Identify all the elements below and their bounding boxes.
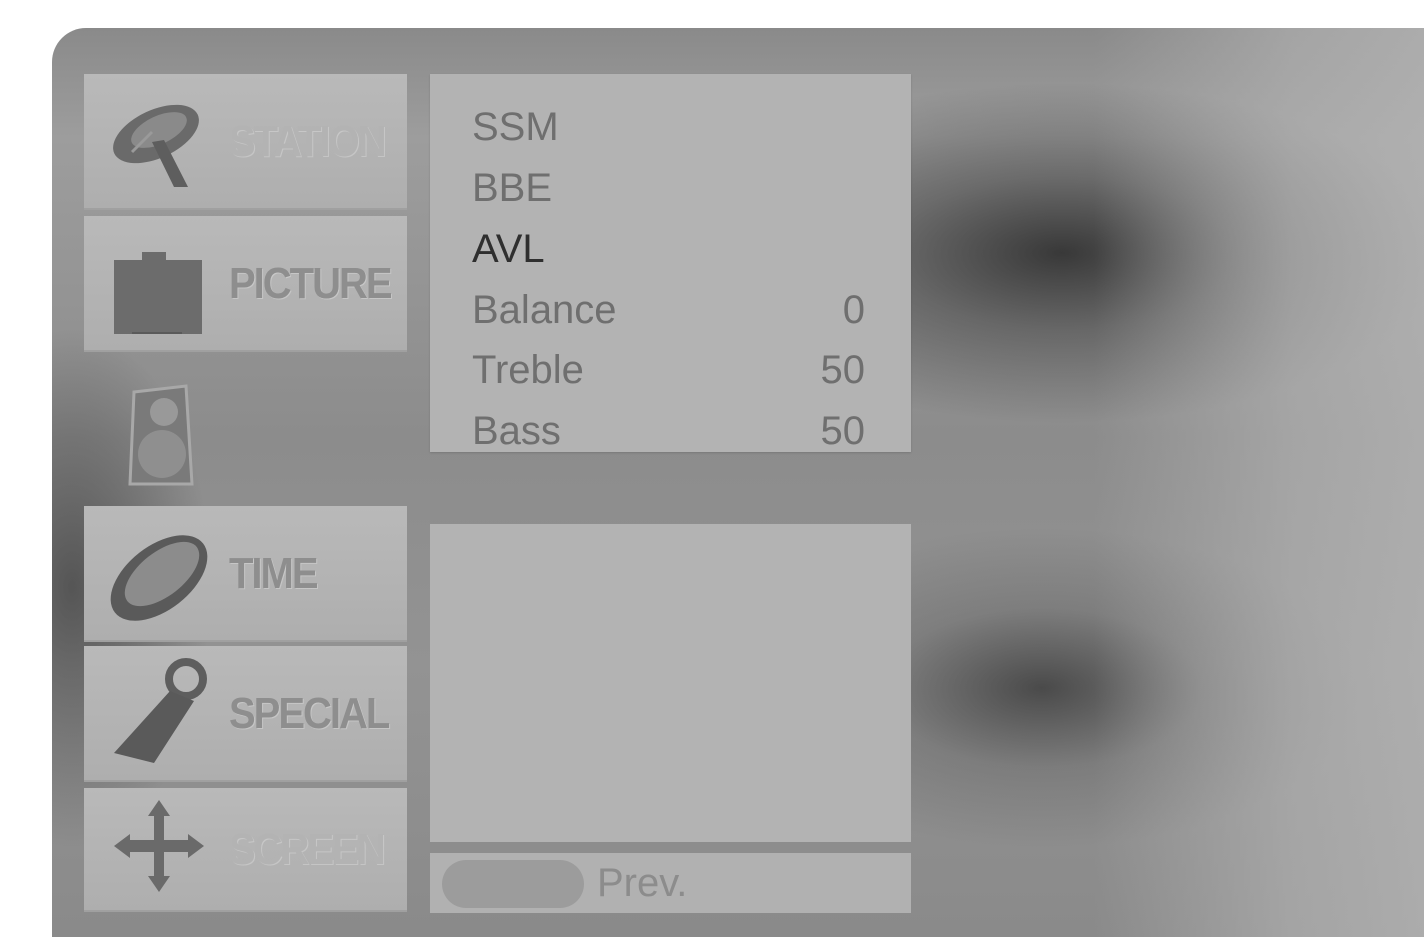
submenu-row-avl[interactable]: AVL — [472, 220, 865, 278]
prev-label: Prev. — [597, 861, 688, 905]
speaker-icon — [128, 384, 194, 486]
menu-item-picture[interactable]: PICTURE — [84, 216, 407, 352]
tv-menu-screen: STATION PICTURE TIME SPECIAL SCREEN SSM … — [52, 28, 1424, 937]
row-value: 50 — [820, 348, 866, 392]
row-label: BBE — [472, 166, 553, 210]
row-label: SSM — [472, 105, 559, 149]
menu-item-label: TIME — [229, 549, 319, 598]
submenu-row-treble[interactable]: Treble 50 — [472, 341, 865, 399]
row-label: Bass — [472, 409, 561, 452]
menu-item-label: STATION — [229, 117, 387, 166]
menu-item-special[interactable]: SPECIAL — [84, 646, 407, 782]
row-value: 50 — [820, 409, 866, 452]
menu-item-label: SCREEN — [229, 825, 386, 874]
row-label: AVL — [472, 227, 545, 271]
menu-item-label: PICTURE — [229, 259, 393, 308]
tag-icon — [114, 658, 207, 763]
clock-icon — [110, 535, 208, 621]
prev-button[interactable] — [442, 860, 584, 908]
row-label: Balance — [472, 288, 617, 332]
submenu-row-bass[interactable]: Bass 50 — [472, 402, 865, 452]
menu-item-time[interactable]: TIME — [84, 506, 407, 642]
sound-submenu-panel: SSM BBE AVL Balance 0 Treble 50 Bass 50 — [430, 74, 911, 452]
menu-item-station[interactable]: STATION — [84, 74, 407, 210]
move-arrows-icon — [114, 800, 204, 892]
satellite-dish-icon — [113, 104, 199, 187]
menu-item-screen[interactable]: SCREEN — [84, 788, 407, 912]
menu-item-label: SPECIAL — [229, 689, 390, 738]
submenu-row-ssm[interactable]: SSM — [472, 98, 865, 156]
menu-item-sound[interactable] — [84, 358, 407, 494]
submenu-row-bbe[interactable]: BBE — [472, 159, 865, 217]
row-value: 0 — [842, 288, 865, 332]
footer-bar: Prev. — [430, 853, 911, 913]
submenu-row-balance[interactable]: Balance 0 — [472, 281, 865, 339]
picture-icon — [114, 252, 202, 334]
info-panel — [430, 524, 911, 842]
row-label: Treble — [472, 348, 584, 392]
